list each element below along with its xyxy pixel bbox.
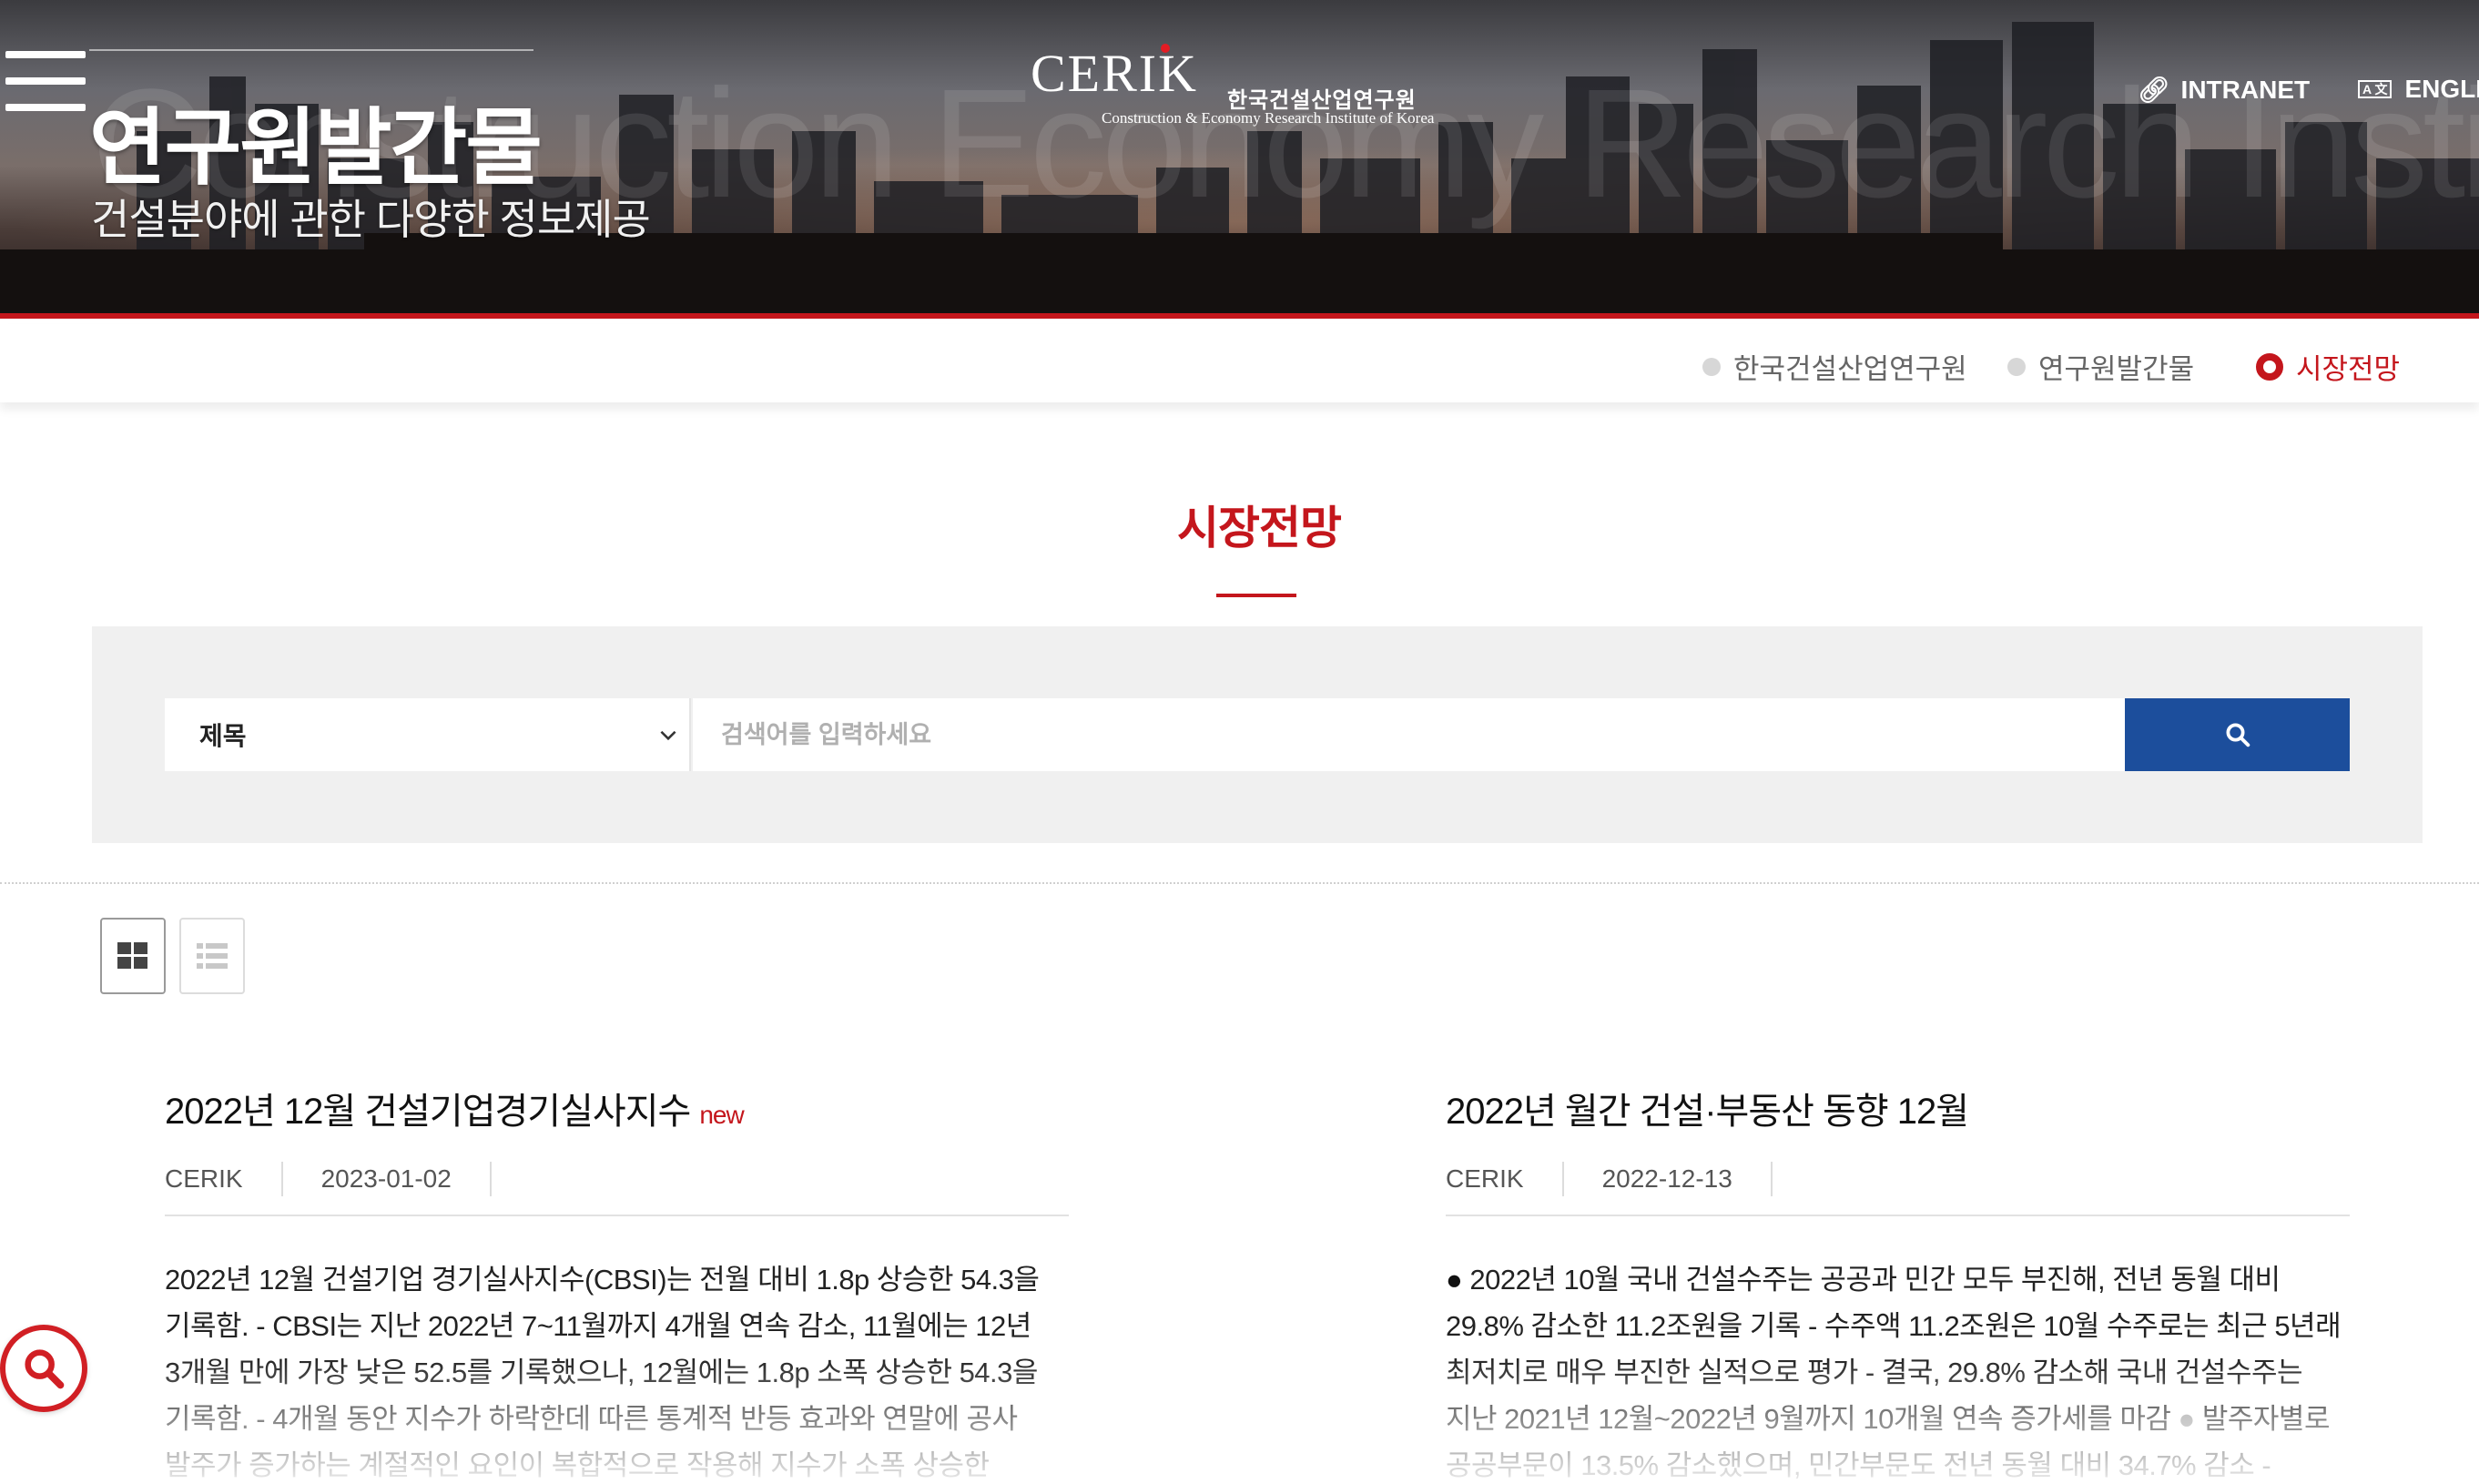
hamburger-icon (5, 51, 86, 58)
search-icon (25, 1349, 65, 1389)
breadcrumb-label: 한국건설산업연구원 (1733, 353, 1967, 385)
article-date: 2023-01-02 (320, 1164, 452, 1193)
new-badge: new (699, 1101, 744, 1129)
search-panel: 제목 (92, 626, 2423, 843)
link-icon: 🔗︎ (2138, 76, 2170, 104)
section-divider (0, 882, 2479, 884)
article-title-link[interactable]: 2022년 월간 건설·부동산 동향 12월 (1446, 1082, 2350, 1134)
breadcrumb-dot-icon (1702, 357, 1721, 376)
meta-separator (1770, 1162, 1773, 1196)
meta-separator (489, 1162, 492, 1196)
meta-separator (280, 1162, 283, 1196)
search-button[interactable] (2125, 698, 2350, 771)
article-divider (165, 1215, 1069, 1216)
bullet-dark-icon: ● (1446, 1264, 1463, 1296)
article-divider (1446, 1215, 2350, 1216)
article-author: CERIK (165, 1164, 243, 1193)
article-author: CERIK (1446, 1164, 1524, 1193)
logo-dot (1161, 44, 1170, 53)
hamburger-icon-line (5, 104, 86, 111)
english-link[interactable]: A 文 ENGLISH (2358, 75, 2479, 104)
hero-banner: Construction Economy Research Institute … (0, 0, 2479, 319)
grid-view-button[interactable] (100, 918, 166, 994)
page-title: 시장전망 (1177, 503, 1342, 554)
intranet-label: INTRANET (2180, 75, 2311, 104)
article-excerpt-text: 2022년 12월 건설기업 경기실사지수(CBSI)는 전월 대비 1.8p … (165, 1264, 1040, 1481)
breadcrumb-label: 시장전망 (2296, 353, 2401, 385)
article-excerpt[interactable]: 2022년 12월 건설기업 경기실사지수(CBSI)는 전월 대비 1.8p … (165, 1256, 1069, 1484)
article-excerpt[interactable]: ● 2022년 10월 국내 건설수주는 공공과 민간 모두 부진해, 전년 동… (1446, 1256, 2350, 1484)
list-view-button[interactable] (179, 918, 245, 994)
breadcrumb-dot-icon (2007, 357, 2026, 376)
article-card: 2022년 월간 건설·부동산 동향 12월 CERIK 2022-12-13 … (1446, 1074, 2350, 1484)
language-icon: A 文 (2358, 80, 2393, 98)
article-meta: CERIK 2023-01-02 (165, 1162, 1069, 1196)
breadcrumb-item-home[interactable]: 한국건설산업연구원 (1702, 346, 1967, 387)
logo-english-text: Construction & Economy Research Institut… (1102, 109, 1435, 127)
cerik-logo[interactable]: CERIK 한국건설산업연구원 Construction & Economy R… (1031, 44, 1434, 127)
intranet-link[interactable]: 🔗︎ INTRANET (2138, 75, 2310, 105)
meta-separator (1561, 1162, 1564, 1196)
floating-search-button[interactable] (0, 1325, 87, 1412)
bullet-grey-icon: ● (2178, 1403, 2196, 1435)
breadcrumb-item-market-outlook[interactable]: 시장전망 (2256, 346, 2400, 387)
title-underline (1216, 594, 1296, 597)
search-field-select[interactable]: 제목 (165, 698, 691, 771)
breadcrumb-label: 연구원발간물 (2038, 353, 2195, 385)
breadcrumb: 한국건설산업연구원 연구원발간물 시장전망 (0, 324, 2479, 402)
grid-view-icon (117, 942, 147, 969)
article-title-link[interactable]: 2022년 12월 건설기업경기실사지수 new (165, 1082, 1069, 1134)
article-title-text: 2022년 12월 건설기업경기실사지수 (165, 1092, 691, 1132)
breadcrumb-active-dot-icon (2256, 352, 2283, 381)
hero-subtitle: 건설분야에 관한 다양한 정보제공 (91, 196, 651, 243)
article-card: 2022년 12월 건설기업경기실사지수 new CERIK 2023-01-02… (165, 1074, 1069, 1484)
search-field-value: 제목 (199, 722, 247, 750)
hamburger-icon-line (5, 77, 86, 85)
hero-divider (89, 49, 533, 51)
english-label: ENGLISH (2404, 75, 2479, 103)
search-input[interactable] (693, 698, 2125, 771)
list-view-icon (197, 943, 228, 969)
hero-title: 연구원발간물 (89, 102, 543, 195)
menu-button[interactable] (5, 51, 87, 124)
search-icon (2226, 723, 2250, 747)
breadcrumb-item-publications[interactable]: 연구원발간물 (2007, 346, 2194, 387)
article-title-text: 2022년 월간 건설·부동산 동향 12월 (1446, 1092, 1969, 1132)
chevron-down-icon (660, 730, 676, 741)
article-date: 2022-12-13 (1601, 1164, 1732, 1193)
article-meta: CERIK 2022-12-13 (1446, 1162, 2350, 1196)
logo-main-text: CERIK (1031, 44, 1198, 103)
